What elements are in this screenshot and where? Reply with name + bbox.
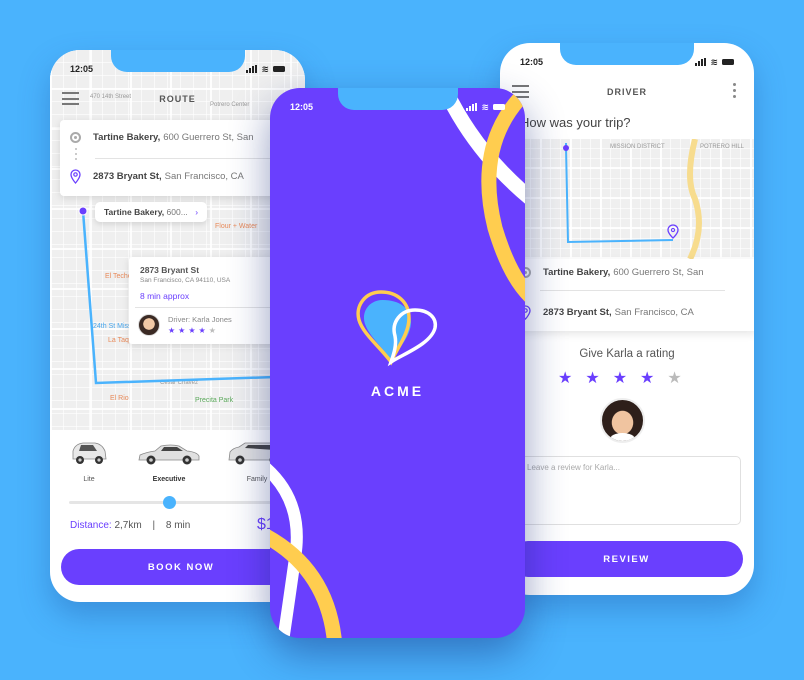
battery-icon	[722, 59, 734, 65]
origin-dot-icon	[70, 132, 81, 143]
kebab-icon[interactable]	[733, 83, 736, 98]
bubble-address: 600...	[166, 207, 188, 217]
route-screen: 470 14th Street Potrero Center El Techo …	[50, 50, 305, 602]
origin-row[interactable]: Tartine Bakery, 600 Guerrero St, San	[520, 267, 704, 278]
driver-screen: 12:05 ≋ DRIVER How was your trip? MISSIO…	[500, 43, 754, 595]
trip-info: Distance: 2,7km | 8 min	[70, 520, 190, 531]
rating-stars: ★ ★ ★ ★ ★	[558, 371, 682, 387]
car-executive-icon	[135, 438, 203, 466]
route-dots	[75, 148, 77, 160]
star-icon: ★	[168, 326, 176, 335]
driver-avatar	[600, 398, 645, 443]
map-label: El Rio	[110, 395, 129, 402]
separator: |	[152, 520, 156, 531]
book-now-button[interactable]: BOOK NOW	[61, 549, 301, 585]
app-bar: ROUTE	[50, 86, 305, 112]
divider	[540, 290, 725, 291]
destination-address: San Francisco, CA	[164, 171, 244, 182]
map-label: Precita Park	[195, 397, 234, 404]
trip-map[interactable]: MISSION DISTRICT POTRERO HILL	[510, 139, 754, 259]
star-icon[interactable]: ★	[558, 371, 572, 387]
destination-name: 2873 Bryant St,	[543, 307, 612, 318]
car-selector: Lite Executive Family	[50, 438, 305, 488]
car-lite-icon	[64, 438, 114, 466]
bubble-name: Tartine Bakery,	[104, 207, 165, 217]
slider-thumb[interactable]	[163, 496, 176, 509]
star-icon: ★	[208, 326, 216, 335]
trip-end-pin	[667, 224, 679, 239]
driver-rating: ★ ★ ★ ★ ★	[168, 327, 216, 335]
map-label: Cesar Chavez	[160, 380, 199, 386]
origin-row[interactable]: Tartine Bakery, 600 Guerrero St, San	[70, 132, 254, 143]
brand-logo: ACME	[353, 288, 443, 399]
battery-icon	[493, 104, 505, 110]
destination-title: 2873 Bryant St	[140, 265, 200, 275]
star-icon[interactable]: ★	[585, 371, 599, 387]
route-card: Tartine Bakery, 600 Guerrero St, San 287…	[60, 120, 305, 196]
status-time: 12:05	[70, 64, 94, 74]
destination-address: San Francisco, CA	[614, 307, 694, 318]
status-time: 12:05	[520, 57, 544, 67]
signal-icon	[466, 103, 478, 111]
star-icon[interactable]: ★	[613, 371, 627, 387]
distance-label: Distance:	[70, 520, 112, 531]
destination-row[interactable]: 2873 Bryant St, San Francisco, CA	[520, 305, 694, 320]
origin-bubble[interactable]: Tartine Bakery, 600... ›	[95, 202, 208, 222]
splash-screen: 12:05 ≋ ACME	[270, 88, 525, 638]
brand-name: ACME	[370, 383, 425, 399]
driver-label: Driver: Karla Jones	[168, 315, 232, 324]
destination-row[interactable]: 2873 Bryant St, San Francisco, CA	[70, 169, 244, 184]
star-icon: ★	[178, 326, 186, 335]
destination-subtitle: San Francisco, CA 94110, USA	[140, 277, 231, 284]
wifi-icon: ≋	[481, 101, 489, 112]
signal-icon	[695, 58, 707, 66]
origin-name: Tartine Bakery,	[93, 132, 161, 143]
distance-value: 2,7km	[114, 520, 142, 531]
duration-value: 8 min	[165, 520, 191, 531]
trip-route-line	[563, 139, 702, 259]
status-time: 12:05	[290, 102, 314, 112]
car-label: Lite	[83, 476, 95, 483]
acme-logo-icon	[355, 290, 437, 367]
status-bar: 12:05 ≋	[500, 55, 754, 69]
status-bar: 12:05 ≋	[270, 100, 525, 114]
eta-text: 8 min approx	[140, 291, 190, 301]
wifi-icon: ≋	[710, 56, 718, 67]
star-icon[interactable]: ★	[667, 371, 681, 387]
driver-avatar	[138, 314, 160, 336]
car-option-executive[interactable]: Executive	[135, 438, 203, 483]
trip-start-dot	[563, 145, 569, 151]
trip-summary-card: Tartine Bakery, 600 Guerrero St, San 287…	[510, 259, 754, 331]
wifi-icon: ≋	[261, 63, 269, 74]
origin-address: 600 Guerrero St, San	[613, 267, 704, 278]
car-label: Executive	[152, 476, 186, 483]
trip-question: How was your trip?	[520, 115, 631, 130]
battery-icon	[273, 66, 285, 72]
car-option-lite[interactable]: Lite	[64, 438, 114, 483]
signal-icon	[246, 65, 258, 73]
app-bar: DRIVER	[500, 79, 754, 105]
location-pin-icon	[70, 169, 81, 184]
origin-name: Tartine Bakery,	[543, 267, 611, 278]
hamburger-icon[interactable]	[62, 92, 79, 105]
chevron-right-icon: ›	[195, 207, 199, 217]
star-icon[interactable]: ★	[640, 371, 654, 387]
map-label: El Techo	[105, 273, 132, 280]
page-title: DRIVER	[606, 87, 647, 97]
review-button[interactable]: REVIEW	[510, 541, 743, 577]
review-input[interactable]	[518, 456, 741, 525]
rating-prompt: Give Karla a rating	[579, 348, 675, 360]
page-title: ROUTE	[159, 94, 196, 104]
star-icon: ★	[188, 326, 196, 335]
map-label: Flour + Water	[215, 223, 258, 230]
origin-address: 600 Guerrero St, San	[163, 132, 254, 143]
destination-name: 2873 Bryant St,	[93, 171, 162, 182]
status-bar: 12:05 ≋	[50, 62, 305, 76]
star-icon: ★	[198, 326, 206, 335]
